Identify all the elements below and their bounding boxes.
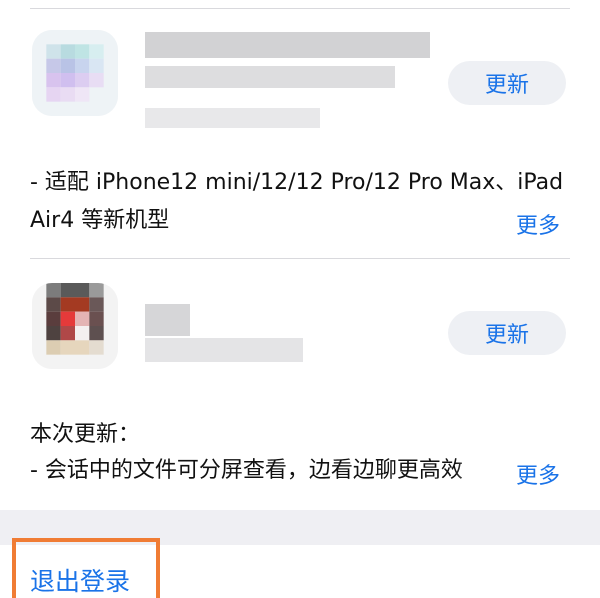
blurred-app-icon [32, 283, 118, 369]
text-fade [455, 454, 505, 490]
item-divider [30, 258, 570, 259]
app-icon[interactable] [32, 283, 118, 369]
more-link[interactable]: 更多 [516, 458, 560, 490]
release-notes-line: - 会话中的文件可分屏查看，边看边聊更高效 [30, 458, 463, 483]
more-link[interactable]: 更多 [516, 208, 560, 240]
app-name-redacted [145, 32, 430, 58]
blurred-app-icon [32, 30, 118, 116]
release-notes-line-1: - 适配 iPhone12 mini/12/12 Pro/12 Pro Max、… [30, 170, 564, 195]
update-button[interactable]: 更新 [448, 61, 566, 105]
release-notes-line-2: Air4 等新机型 [30, 208, 170, 233]
app-name-redacted [145, 304, 190, 336]
top-divider [30, 8, 570, 9]
app-icon[interactable] [32, 30, 118, 116]
app-meta-redacted [145, 338, 303, 362]
app-meta-redacted [145, 66, 395, 88]
logout-button[interactable]: 退出登录 [30, 562, 130, 598]
release-notes-title: 本次更新： [30, 422, 141, 447]
app-date-redacted [145, 108, 320, 128]
update-button[interactable]: 更新 [448, 311, 566, 355]
